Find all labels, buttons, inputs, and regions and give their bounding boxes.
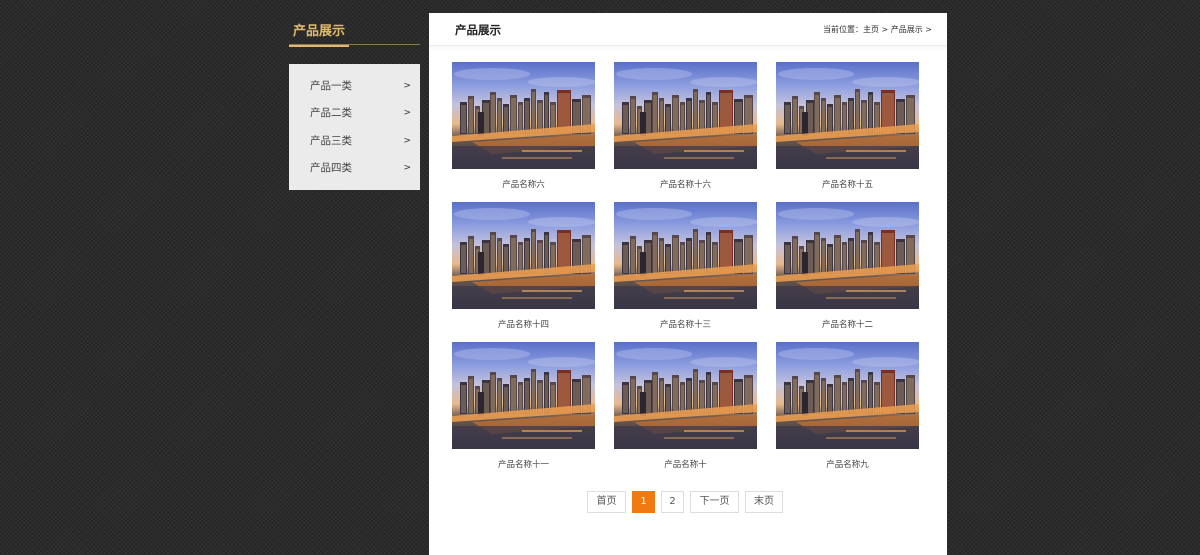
sidebar-item-label: 产品四类: [310, 161, 352, 174]
product-name[interactable]: 产品名称九: [776, 458, 919, 470]
product-card[interactable]: 产品名称十一: [452, 342, 595, 470]
page-1-button[interactable]: 1: [632, 491, 655, 513]
breadcrumb-prefix: 当前位置：: [822, 25, 863, 34]
product-card[interactable]: 产品名称十二: [776, 202, 919, 330]
sidebar-item-label: 产品三类: [310, 134, 352, 147]
chevron-right-icon: >: [403, 135, 411, 146]
product-name[interactable]: 产品名称十: [614, 458, 757, 470]
product-name[interactable]: 产品名称十六: [614, 178, 757, 190]
next-page-button[interactable]: 下一页: [690, 491, 739, 513]
product-panel: 产品展示 当前位置：主页 > 产品展示 > 产品名称六 产品名称十六 产品名称十…: [429, 13, 947, 555]
sidebar-item-label: 产品一类: [310, 80, 352, 92]
product-image[interactable]: [452, 342, 595, 449]
sidebar-menu: 产品一类 > 产品二类 > 产品三类 > 产品四类 >: [289, 64, 420, 190]
breadcrumb-separator: >: [922, 25, 932, 34]
product-image[interactable]: [452, 202, 595, 309]
product-image[interactable]: [776, 202, 919, 309]
product-name[interactable]: 产品名称十三: [614, 318, 757, 330]
product-image[interactable]: [776, 62, 919, 169]
sidebar-item-category-4[interactable]: 产品四类 >: [289, 155, 420, 182]
product-name[interactable]: 产品名称十二: [776, 318, 919, 330]
page-title: 产品展示: [455, 23, 501, 37]
product-card[interactable]: 产品名称十五: [776, 62, 919, 190]
product-image[interactable]: [452, 62, 595, 169]
product-image[interactable]: [614, 62, 757, 169]
product-card[interactable]: 产品名称十: [614, 342, 757, 470]
product-image[interactable]: [614, 202, 757, 309]
product-card[interactable]: 产品名称十三: [614, 202, 757, 330]
first-page-button[interactable]: 首页: [587, 491, 626, 513]
breadcrumb: 当前位置：主页 > 产品展示 >: [823, 24, 932, 35]
breadcrumb-current-link[interactable]: 产品展示: [891, 25, 923, 34]
sidebar-item-category-3[interactable]: 产品三类 >: [289, 128, 420, 155]
sidebar-item-label: 产品二类: [310, 107, 352, 120]
sidebar-item-category-1[interactable]: 产品一类 >: [289, 73, 420, 100]
product-name[interactable]: 产品名称十一: [452, 458, 595, 470]
sidebar-title: 产品展示: [289, 22, 350, 47]
product-card[interactable]: 产品名称九: [776, 342, 919, 470]
product-image[interactable]: [776, 342, 919, 449]
product-name[interactable]: 产品名称十四: [452, 318, 595, 330]
product-card[interactable]: 产品名称六: [452, 62, 595, 190]
chevron-right-icon: >: [403, 162, 411, 173]
sidebar-item-category-2[interactable]: 产品二类 >: [289, 100, 420, 127]
sidebar-header: 产品展示: [289, 20, 420, 47]
last-page-button[interactable]: 末页: [745, 491, 783, 513]
product-name[interactable]: 产品名称十五: [776, 178, 919, 190]
product-card[interactable]: 产品名称十四: [452, 202, 595, 330]
chevron-right-icon: >: [403, 108, 411, 119]
product-card[interactable]: 产品名称十六: [614, 62, 757, 190]
breadcrumb-home-link[interactable]: 主页: [863, 25, 879, 34]
chevron-right-icon: >: [403, 81, 411, 91]
breadcrumb-separator: >: [878, 25, 891, 34]
product-name[interactable]: 产品名称六: [452, 178, 595, 190]
product-image[interactable]: [614, 342, 757, 449]
page-2-button[interactable]: 2: [661, 491, 684, 513]
panel-header: 产品展示 当前位置：主页 > 产品展示 >: [429, 13, 947, 46]
